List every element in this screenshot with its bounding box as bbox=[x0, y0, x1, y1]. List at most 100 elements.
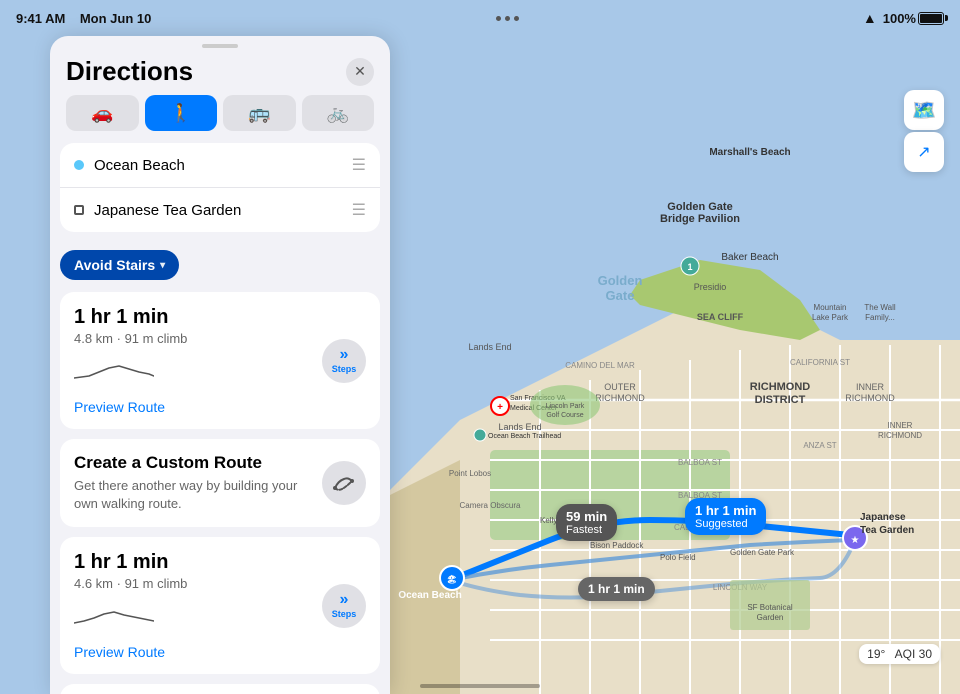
svg-text:SEA CLIFF: SEA CLIFF bbox=[697, 312, 744, 322]
svg-text:CALIFORNIA ST: CALIFORNIA ST bbox=[790, 358, 850, 367]
svg-text:Golf Course: Golf Course bbox=[546, 412, 583, 419]
svg-text:Family...: Family... bbox=[865, 313, 895, 322]
custom-route-info: Create a Custom Route Get there another … bbox=[74, 453, 310, 513]
svg-text:Gate: Gate bbox=[606, 288, 635, 303]
steps-label-2: Steps bbox=[332, 609, 357, 619]
transport-modes: 🚗 🚶 🚌 🚲 bbox=[50, 95, 390, 143]
custom-route-icon bbox=[322, 461, 366, 505]
dot-2 bbox=[505, 16, 510, 21]
svg-text:Polo Field: Polo Field bbox=[660, 553, 696, 562]
svg-text:Bison Paddock: Bison Paddock bbox=[590, 541, 644, 550]
custom-route-svg bbox=[332, 471, 356, 495]
route-1-time: 1 hr 1 min bbox=[74, 306, 310, 329]
avoid-label: Avoid Stairs bbox=[74, 257, 155, 273]
origin-row[interactable]: Ocean Beach ☰ bbox=[60, 143, 380, 188]
transport-bike[interactable]: 🚲 bbox=[302, 95, 375, 131]
directions-panel: Directions ✕ 🚗 🚶 🚌 🚲 Ocean Beach ☰ Japan… bbox=[50, 36, 390, 694]
map-buttons: 🗺️ ↗ bbox=[904, 90, 944, 172]
date: Mon Jun 10 bbox=[80, 11, 152, 26]
route-card-2[interactable]: 1 hr 1 min 4.6 km · 91 m climb Preview R… bbox=[60, 537, 380, 674]
route-1-detail: 4.8 km · 91 m climb bbox=[74, 331, 310, 346]
status-dots bbox=[496, 16, 519, 21]
third-route-bubble[interactable]: 1 hr 1 min bbox=[578, 577, 655, 601]
dest-dot bbox=[74, 205, 84, 215]
route-2-steps-button[interactable]: » Steps bbox=[322, 584, 366, 628]
transport-car[interactable]: 🚗 bbox=[66, 95, 139, 131]
svg-text:ANZA ST: ANZA ST bbox=[803, 441, 836, 450]
battery-container: 100% bbox=[883, 11, 944, 26]
svg-text:RICHMOND: RICHMOND bbox=[595, 393, 645, 403]
svg-text:+: + bbox=[497, 402, 503, 413]
custom-route-title: Create a Custom Route bbox=[74, 453, 310, 473]
svg-text:RICHMOND: RICHMOND bbox=[750, 381, 811, 393]
svg-text:The Wall: The Wall bbox=[864, 303, 895, 312]
svg-text:1: 1 bbox=[687, 262, 692, 272]
dot-3 bbox=[514, 16, 519, 21]
route-inputs: Ocean Beach ☰ Japanese Tea Garden ☰ bbox=[60, 143, 380, 232]
route-1-elevation bbox=[74, 354, 154, 382]
temperature-badge: 19° AQI 30 bbox=[859, 644, 940, 664]
route-2-detail: 4.6 km · 91 m climb bbox=[74, 576, 310, 591]
battery-fill bbox=[920, 14, 942, 23]
bubble-time-third: 1 hr 1 min bbox=[588, 582, 645, 596]
svg-text:Golden: Golden bbox=[598, 273, 643, 288]
fastest-route-bubble[interactable]: 59 min Fastest bbox=[556, 504, 617, 541]
route-1-steps-button[interactable]: » Steps bbox=[322, 339, 366, 383]
svg-text:Mountain: Mountain bbox=[814, 303, 847, 312]
custom-route-card[interactable]: Create a Custom Route Get there another … bbox=[60, 439, 380, 527]
svg-text:INNER: INNER bbox=[856, 382, 885, 392]
route-card-3[interactable]: 59 min 4.6 km · 91 m climb » Steps bbox=[60, 684, 380, 694]
route-card-1[interactable]: 1 hr 1 min 4.8 km · 91 m climb Preview R… bbox=[60, 292, 380, 429]
map-type-button[interactable]: 🗺️ bbox=[904, 90, 944, 130]
battery-percent: 100% bbox=[883, 11, 916, 26]
svg-text:Baker Beach: Baker Beach bbox=[721, 252, 778, 263]
bubble-time-fastest: 59 min bbox=[566, 509, 607, 524]
svg-text:OUTER: OUTER bbox=[604, 382, 636, 392]
route-2-elevation bbox=[74, 599, 154, 627]
svg-text:RICHMOND: RICHMOND bbox=[878, 431, 922, 440]
avoid-stairs-button[interactable]: Avoid Stairs ▾ bbox=[60, 250, 179, 280]
wifi-icon: ▲ bbox=[863, 10, 877, 26]
svg-text:Golden Gate Park: Golden Gate Park bbox=[730, 548, 795, 557]
suggested-route-bubble[interactable]: 1 hr 1 min Suggested bbox=[685, 498, 766, 535]
svg-text:Garden: Garden bbox=[757, 613, 784, 622]
origin-drag: ☰ bbox=[352, 155, 366, 175]
bubble-time: 1 hr 1 min bbox=[695, 503, 756, 518]
route-2-time: 1 hr 1 min bbox=[74, 551, 310, 574]
location-icon: ↗ bbox=[917, 142, 930, 162]
steps-label-1: Steps bbox=[332, 364, 357, 374]
dest-row[interactable]: Japanese Tea Garden ☰ bbox=[60, 188, 380, 232]
svg-text:🏖: 🏖 bbox=[447, 574, 457, 584]
route-1-preview[interactable]: Preview Route bbox=[74, 399, 366, 415]
chevron-down-icon: ▾ bbox=[160, 260, 165, 271]
dot-1 bbox=[496, 16, 501, 21]
route-2-preview[interactable]: Preview Route bbox=[74, 644, 366, 660]
transport-walk[interactable]: 🚶 bbox=[145, 95, 218, 131]
svg-text:Point Lobos: Point Lobos bbox=[449, 469, 491, 478]
time: 9:41 AM bbox=[16, 11, 65, 26]
svg-text:SF Botanical: SF Botanical bbox=[747, 603, 793, 612]
bubble-label: Suggested bbox=[695, 518, 756, 530]
origin-dot bbox=[74, 160, 84, 170]
custom-route-desc: Get there another way by building your o… bbox=[74, 477, 310, 513]
svg-text:Camera Obscura: Camera Obscura bbox=[460, 501, 521, 510]
status-right: ▲ 100% bbox=[863, 10, 944, 26]
steps-chevrons-1: » bbox=[340, 347, 349, 363]
steps-chevrons-2: » bbox=[340, 592, 349, 608]
svg-text:Presidio: Presidio bbox=[694, 282, 727, 292]
transport-transit[interactable]: 🚌 bbox=[223, 95, 296, 131]
panel-title: Directions bbox=[66, 56, 193, 87]
close-button[interactable]: ✕ bbox=[346, 58, 374, 86]
svg-text:Tea Garden: Tea Garden bbox=[860, 525, 914, 536]
svg-text:INNER: INNER bbox=[888, 421, 913, 430]
svg-text:Lands End: Lands End bbox=[498, 422, 541, 432]
svg-text:Bridge Pavilion: Bridge Pavilion bbox=[660, 213, 740, 225]
panel-header: Directions ✕ bbox=[50, 52, 390, 95]
svg-text:Japanese: Japanese bbox=[860, 512, 906, 523]
svg-text:★: ★ bbox=[851, 535, 860, 546]
location-button[interactable]: ↗ bbox=[904, 132, 944, 172]
origin-name: Ocean Beach bbox=[94, 157, 342, 174]
bubble-label-fastest: Fastest bbox=[566, 524, 607, 536]
svg-text:Lands End: Lands End bbox=[468, 342, 511, 352]
aqi-value: AQI 30 bbox=[895, 647, 932, 661]
